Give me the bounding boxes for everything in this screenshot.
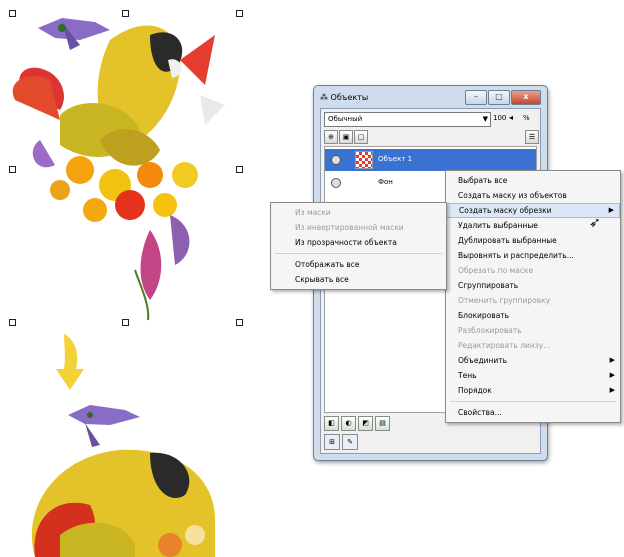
selection-handle[interactable] (236, 319, 243, 326)
new-object-icon[interactable]: ◧ (324, 416, 339, 431)
blend-mode-select[interactable]: Обычный ▼ (324, 112, 491, 127)
submenu-hide-all[interactable]: Скрывать все (271, 272, 446, 287)
chevron-down-icon: ▼ (482, 115, 488, 123)
menu-duplicate-selected[interactable]: Дублировать выбранные (446, 233, 620, 248)
menu-edit-lens[interactable]: Редактировать линзу... (446, 338, 620, 353)
clip-mask-submenu: Из маски Из инвертированной маски Из про… (270, 202, 447, 290)
submenu-arrow-icon: ▶ (609, 356, 615, 364)
submenu-from-mask[interactable]: Из маски (271, 205, 446, 220)
close-button[interactable]: x (511, 90, 541, 105)
menu-align-distribute[interactable]: Выровнять и распределить... (446, 248, 620, 263)
layer-actions: ◧ ◐ ◩ ▤ (324, 416, 390, 431)
window-controls: – □ x (465, 90, 541, 105)
opacity-value[interactable]: 100 (493, 114, 506, 122)
mask-icon[interactable]: ▢ (354, 130, 368, 144)
menu-order[interactable]: Порядок ▶ (446, 383, 620, 398)
menu-select-all[interactable]: Выбрать все (446, 173, 620, 188)
submenu-arrow-icon: ▶ (609, 386, 615, 394)
tab-properties-icon[interactable]: ✎ (342, 434, 358, 450)
selection-handle[interactable] (9, 166, 16, 173)
eye-icon[interactable] (331, 178, 341, 188)
visibility-icon[interactable]: ▣ (339, 130, 353, 144)
opacity-unit: % (523, 114, 530, 122)
parrot-flowers-artwork (12, 18, 225, 321)
menu-crop-to-mask[interactable]: Обрезать по маске (446, 263, 620, 278)
selection-handle[interactable] (122, 10, 129, 17)
submenu-from-inverted-mask[interactable]: Из инвертированной маски (271, 220, 446, 235)
selection-handle[interactable] (236, 166, 243, 173)
layer-row-object1[interactable]: Объект 1 (325, 149, 536, 171)
maximize-button[interactable]: □ (488, 90, 510, 105)
submenu-from-transparency[interactable]: Из прозрачности объекта (271, 235, 446, 250)
submenu-show-all[interactable]: Отображать все (271, 257, 446, 272)
submenu-separator (275, 253, 442, 254)
tab-objects-icon[interactable]: ⊞ (324, 434, 340, 450)
menu-unlock[interactable]: Разблокировать (446, 323, 620, 338)
selection-handle[interactable] (9, 319, 16, 326)
hummingbird-top (38, 18, 110, 50)
opacity-arrow-icon[interactable]: ◂ (509, 113, 513, 122)
selection-handle[interactable] (122, 319, 129, 326)
menu-separator (450, 401, 616, 402)
panel-tabs: ⊞ ✎ (324, 434, 358, 450)
context-menu: Выбрать все Создать маску из объектов Со… (445, 170, 621, 423)
options-icon[interactable]: ☰ (525, 130, 539, 144)
new-mask-icon[interactable]: ◐ (341, 416, 356, 431)
menu-properties[interactable]: Свойства... (446, 405, 620, 420)
clipped-parrot-artwork (31, 405, 216, 557)
window-title: ⁂ Объекты (320, 93, 369, 102)
down-arrow-icon (56, 334, 84, 390)
menu-lock[interactable]: Блокировать (446, 308, 620, 323)
submenu-arrow-icon: ▶ (609, 371, 615, 379)
layer-thumbnail (355, 151, 373, 169)
mouse-cursor-icon: ➶ (589, 215, 601, 231)
menu-create-mask-from-objects[interactable]: Создать маску из объектов (446, 188, 620, 203)
menu-group[interactable]: Сгруппировать (446, 278, 620, 293)
menu-shadow[interactable]: Тень ▶ (446, 368, 620, 383)
minimize-button[interactable]: – (465, 90, 487, 105)
eye-icon[interactable] (331, 155, 341, 165)
delete-icon[interactable]: ▤ (375, 416, 390, 431)
menu-combine[interactable]: Объединить ▶ (446, 353, 620, 368)
lock-icon[interactable]: ⊕ (324, 130, 338, 144)
selection-handle[interactable] (236, 10, 243, 17)
combine-icon[interactable]: ◩ (358, 416, 373, 431)
submenu-arrow-icon: ▶ (608, 206, 614, 214)
selection-handle[interactable] (9, 10, 16, 17)
menu-ungroup[interactable]: Отменить группировку (446, 293, 620, 308)
hummingbird-bottom (68, 405, 140, 447)
objects-icon: ⁂ (320, 93, 328, 102)
